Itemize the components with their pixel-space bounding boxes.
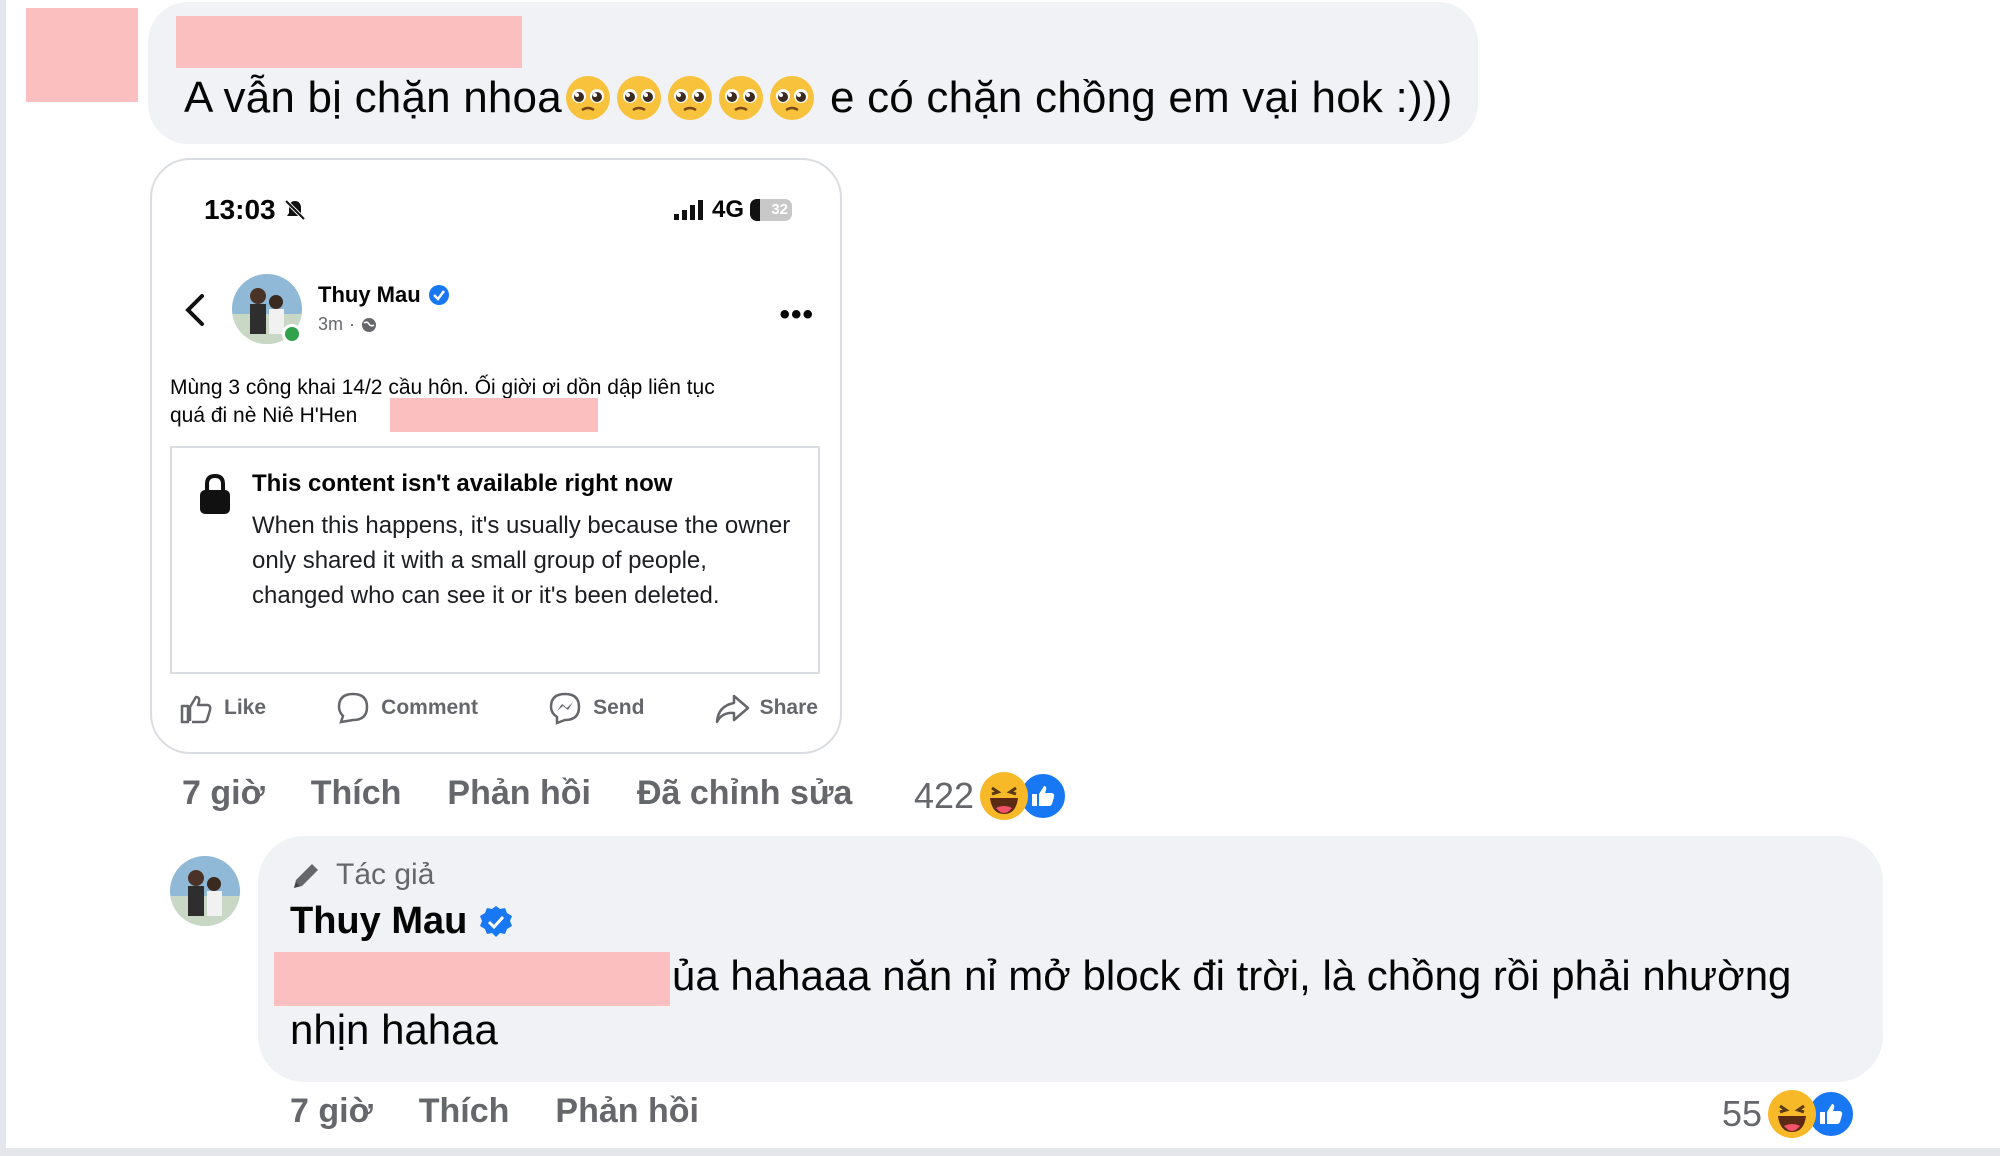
reply-name-text: Thuy Mau bbox=[290, 900, 468, 942]
globe-icon bbox=[362, 317, 377, 332]
pleading-face-icon bbox=[770, 76, 814, 120]
comment-text-before: A vẫn bị chặn nhoa bbox=[184, 73, 562, 122]
comment-reply-button[interactable]: Phản hồi bbox=[447, 774, 591, 813]
reply-reply-button[interactable]: Phản hồi bbox=[555, 1092, 699, 1131]
comment-text-after: e có chặn chồng em vại hok :))) bbox=[830, 73, 1453, 122]
comment-icon bbox=[337, 692, 369, 724]
messenger-icon bbox=[549, 692, 581, 725]
reply-text-line2: nhịn hahaa bbox=[290, 1006, 498, 1053]
redacted-tag bbox=[390, 398, 598, 432]
signal-icon bbox=[673, 200, 703, 220]
bell-muted-icon bbox=[284, 199, 306, 221]
haha-reaction-icon bbox=[1768, 1090, 1817, 1138]
pleading-face-icon bbox=[719, 76, 763, 120]
reply-avatar[interactable] bbox=[170, 856, 240, 926]
unavailable-body: When this happens, it's usually because … bbox=[252, 512, 791, 609]
reply-reaction-count: 55 bbox=[1722, 1093, 1763, 1134]
online-indicator bbox=[282, 324, 302, 344]
lock-icon bbox=[200, 473, 230, 514]
comment-edited-label[interactable]: Đã chỉnh sửa bbox=[637, 774, 852, 813]
attached-screenshot[interactable]: 13:03 4G 32 Thuy Mau 3m · ••• Mùng 3 côn… bbox=[150, 158, 842, 754]
reply-time[interactable]: 7 giờ bbox=[290, 1092, 373, 1131]
like-action[interactable]: Like bbox=[178, 690, 266, 726]
reply-like-button[interactable]: Thích bbox=[419, 1092, 510, 1131]
verified-badge-icon bbox=[480, 905, 513, 937]
comment-reactions[interactable]: 422 bbox=[914, 770, 1069, 822]
pleading-face-icon bbox=[617, 76, 661, 120]
send-label: Send bbox=[593, 696, 645, 719]
comment-meta: 7 giờ Thích Phản hồi Đã chỉnh sửa bbox=[182, 774, 898, 813]
thumbs-up-icon bbox=[180, 695, 212, 724]
pleading-face-icon bbox=[566, 76, 610, 120]
post-actions: Like Comment Send Share bbox=[178, 690, 818, 726]
meta-dot: · bbox=[349, 314, 356, 334]
comment-like-button[interactable]: Thích bbox=[311, 774, 402, 813]
status-time: 13:03 bbox=[204, 194, 307, 226]
unavailable-content-box: This content isn't available right now W… bbox=[170, 446, 820, 674]
redacted-commenter-name bbox=[176, 16, 522, 68]
battery-icon: 32 bbox=[750, 199, 792, 221]
poster-name-text: Thuy Mau bbox=[318, 282, 421, 307]
back-chevron-icon[interactable] bbox=[180, 290, 210, 330]
share-action[interactable]: Share bbox=[714, 690, 818, 726]
unavailable-title: This content isn't available right now bbox=[252, 470, 673, 497]
share-label: Share bbox=[759, 696, 818, 719]
more-options-icon[interactable]: ••• bbox=[779, 298, 814, 332]
poster-name[interactable]: Thuy Mau bbox=[318, 282, 449, 308]
haha-reaction-icon bbox=[980, 772, 1029, 820]
comment-reaction-count: 422 bbox=[914, 775, 975, 816]
pen-icon bbox=[294, 864, 318, 888]
network-label: 4G bbox=[711, 196, 744, 223]
emoji-group bbox=[564, 74, 816, 122]
verified-badge-icon bbox=[428, 285, 449, 305]
comment-action[interactable]: Comment bbox=[335, 690, 478, 726]
redacted-mention bbox=[274, 952, 670, 1006]
reply-name[interactable]: Thuy Mau bbox=[290, 900, 513, 943]
send-action[interactable]: Send bbox=[547, 690, 644, 726]
author-tag-label: Tác giả bbox=[336, 858, 435, 891]
reply-text-line1: ủa hahaaa năn nỉ mở block đi trời, là ch… bbox=[672, 952, 1792, 999]
reply-meta: 7 giờ Thích Phản hồi bbox=[290, 1092, 745, 1131]
status-right: 4G 32 bbox=[673, 196, 792, 224]
comment-text: A vẫn bị chặn nhoa bbox=[184, 70, 562, 126]
share-icon bbox=[715, 694, 749, 724]
post-time: 3m bbox=[318, 314, 344, 334]
reply-reactions[interactable]: 55 bbox=[1722, 1088, 1857, 1140]
bottom-divider bbox=[0, 1148, 2000, 1156]
pleading-face-icon bbox=[668, 76, 712, 120]
left-border bbox=[0, 0, 6, 1156]
thumbs-up-filled-icon bbox=[1032, 786, 1055, 806]
thumbs-up-filled-icon bbox=[1820, 1104, 1843, 1124]
post-meta: 3m · bbox=[318, 314, 377, 335]
redacted-avatar bbox=[26, 8, 138, 102]
like-label: Like bbox=[224, 696, 267, 719]
comment-label: Comment bbox=[381, 696, 478, 719]
status-time-text: 13:03 bbox=[204, 194, 276, 225]
comment-time[interactable]: 7 giờ bbox=[182, 774, 265, 813]
avatar-photo-icon bbox=[170, 856, 240, 926]
author-tag: Tác giả bbox=[290, 858, 434, 892]
